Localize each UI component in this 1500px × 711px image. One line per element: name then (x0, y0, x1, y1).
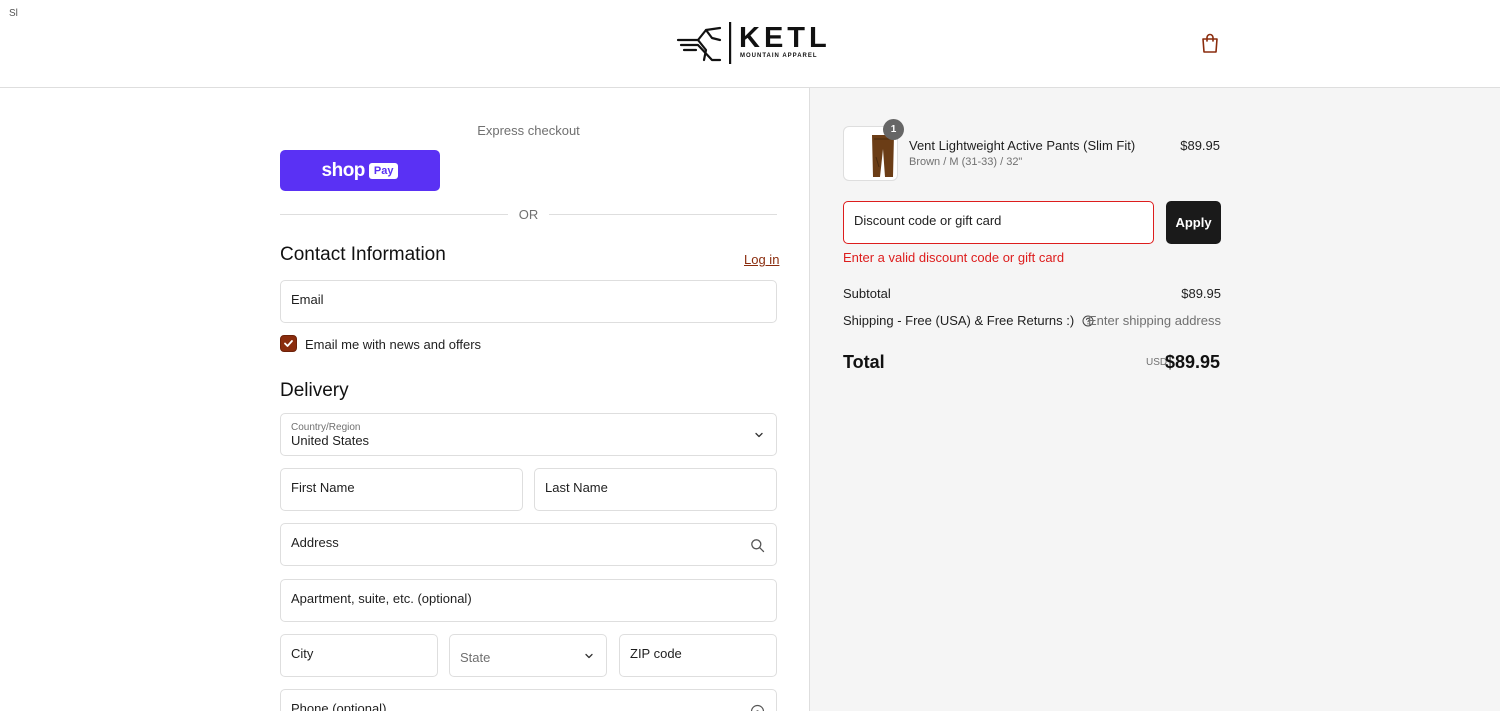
header: Sl KETL MOUNTAIN APPAREL (0, 0, 1500, 88)
shop-pay-button[interactable]: shop Pay (280, 150, 440, 191)
city-field[interactable]: City (280, 634, 438, 677)
corner-glyph: Sl (9, 8, 18, 19)
brand-logo[interactable]: KETL MOUNTAIN APPAREL (676, 20, 827, 66)
country-select[interactable]: Country/Region United States (280, 413, 777, 456)
chevron-down-icon (585, 653, 593, 659)
total-amount: $89.95 (1164, 352, 1220, 372)
brand-name: KETL (739, 22, 831, 54)
email-placeholder: Email (291, 292, 324, 307)
delivery-section-title: Delivery (280, 380, 349, 401)
checkmark-icon (284, 340, 293, 347)
city-placeholder: City (291, 646, 314, 661)
country-label: Country/Region (291, 422, 361, 433)
or-divider: OR (280, 206, 777, 222)
email-field[interactable]: Email (280, 280, 777, 323)
state-select[interactable]: State (449, 634, 607, 677)
newsletter-checkbox[interactable] (280, 335, 297, 352)
newsletter-label: Email me with news and offers (305, 337, 482, 352)
order-summary: 1 Vent Lightweight Active Pants (Slim Fi… (809, 88, 1500, 711)
shop-pay-shop-text: shop (321, 159, 366, 181)
divider-line (549, 214, 777, 215)
phone-field[interactable]: Phone (optional) (280, 689, 777, 711)
first-name-field[interactable]: First Name (280, 468, 523, 511)
checkout-form: Express checkout shop Pay OR Contact Inf… (0, 88, 809, 711)
state-placeholder: State (460, 650, 491, 665)
total-label: Total (843, 352, 885, 372)
zip-field[interactable]: ZIP code (619, 634, 777, 677)
search-icon (751, 539, 765, 553)
shipping-row: Shipping - Free (USA) & Free Returns :) … (843, 313, 1221, 328)
discount-code-field[interactable]: Discount code or gift card (843, 201, 1154, 244)
apartment-placeholder: Apartment, suite, etc. (optional) (291, 591, 472, 606)
shop-pay-pay-text: Pay (368, 162, 399, 179)
shipping-value: Enter shipping address (1088, 313, 1221, 328)
help-circle-icon[interactable] (750, 704, 765, 711)
subtotal-value: $89.95 (1181, 286, 1221, 301)
brand-tagline: MOUNTAIN APPAREL (740, 53, 818, 59)
country-value: United States (291, 433, 370, 448)
zip-placeholder: ZIP code (630, 646, 682, 661)
login-link[interactable]: Log in (744, 252, 779, 267)
shipping-label: Shipping - Free (USA) & Free Returns :) (843, 313, 1075, 328)
last-name-field[interactable]: Last Name (534, 468, 777, 511)
express-checkout-label: Express checkout (477, 123, 580, 138)
discount-placeholder: Discount code or gift card (854, 213, 1002, 228)
subtotal-row: Subtotal $89.95 (843, 286, 1221, 301)
first-name-placeholder: First Name (291, 480, 355, 495)
address-placeholder: Address (291, 535, 339, 550)
product-price: $89.95 (1180, 138, 1220, 153)
product-variant: Brown / M (31-33) / 32" (909, 156, 1023, 168)
apply-discount-button[interactable]: Apply (1166, 201, 1221, 244)
quantity-badge: 1 (883, 119, 904, 140)
shopping-bag-icon[interactable] (1199, 32, 1221, 54)
product-name: Vent Lightweight Active Pants (Slim Fit) (909, 138, 1136, 153)
discount-error-message: Enter a valid discount code or gift card (843, 250, 1065, 265)
contact-section-title: Contact Information (280, 244, 446, 265)
apartment-field[interactable]: Apartment, suite, etc. (optional) (280, 579, 777, 622)
chevron-down-icon (755, 432, 763, 438)
address-field[interactable]: Address (280, 523, 777, 566)
subtotal-label: Subtotal (843, 286, 891, 301)
phone-placeholder: Phone (optional) (291, 701, 387, 711)
last-name-placeholder: Last Name (545, 480, 608, 495)
